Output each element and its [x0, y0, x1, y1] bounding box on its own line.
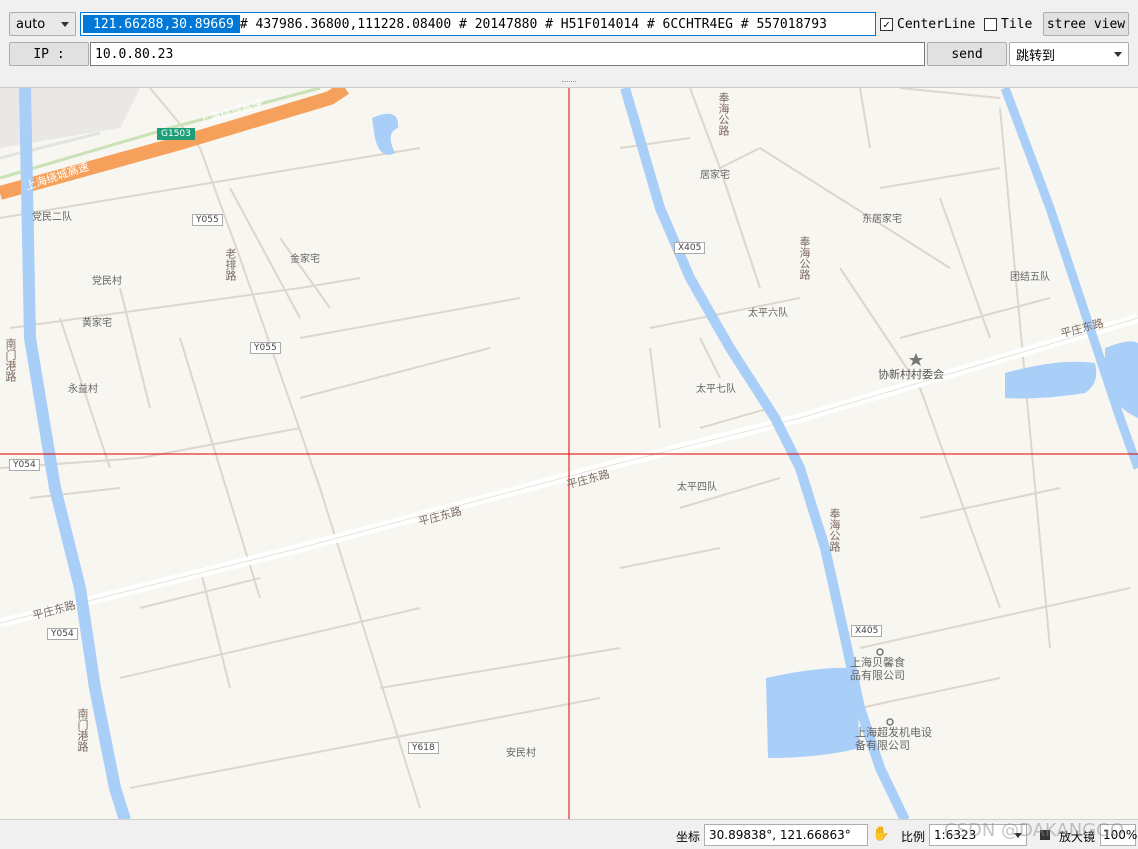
place-label-jinjiazhai: 金家宅 — [290, 254, 320, 265]
road-shield-y054-2: Y054 — [47, 628, 78, 640]
road-shield-y054: Y054 — [9, 459, 40, 471]
road-shield-x405-2: X405 — [851, 625, 883, 637]
send-button[interactable]: send — [927, 42, 1007, 66]
centerline-checkbox-box[interactable]: ✓ — [880, 17, 893, 31]
road-label-nanmen: 南门港路 — [4, 338, 17, 382]
ip-label-button[interactable]: IP : — [9, 42, 89, 66]
scale-label: 比例 — [901, 830, 926, 844]
coordinate-rest-text: # 437986.36800,111228.08400 # 20147880 #… — [239, 16, 827, 32]
road-label-fenghai-3: 奉海公路 — [828, 508, 841, 552]
coordinate-input[interactable]: 121.66288,30.89669 # 437986.36800,111228… — [80, 12, 876, 36]
pan-hand-icon[interactable]: ✋ — [872, 826, 889, 842]
place-label-tuanjie5: 团结五队 — [1010, 272, 1050, 283]
road-shield-x405: X405 — [674, 242, 706, 254]
status-bar: 坐标 30.89838°, 121.66863° ✋ 比例 1:6323 放大镜… — [0, 819, 1138, 849]
chevron-down-icon — [1114, 51, 1122, 57]
poi-pin-icon — [876, 648, 884, 656]
ip-input[interactable]: 10.0.80.23 — [90, 42, 925, 66]
minor-roads — [0, 88, 1131, 809]
map-canvas — [0, 88, 1138, 819]
pond-east — [1005, 361, 1097, 399]
tile-checkbox[interactable]: Tile — [984, 12, 1032, 36]
place-label-huangjiazhai: 黄家宅 — [82, 318, 112, 329]
place-label-taiping6: 太平六队 — [748, 308, 788, 319]
splitter-grip[interactable] — [562, 81, 576, 84]
coordinate-selected-text: 121.66288,30.89669 — [83, 15, 240, 33]
poi-label-beiming: 上海贝馨食品有限公司 — [850, 656, 905, 682]
road-shield-y055-2: Y055 — [250, 342, 281, 354]
star-icon — [909, 353, 923, 366]
poi-label-chaofa: 上海超发机电设备有限公司 — [855, 726, 932, 752]
jump-to-select-value: 跳转到 — [1016, 48, 1056, 64]
pond-south — [766, 667, 860, 758]
mode-select-value: auto — [16, 16, 46, 32]
centerline-checkbox[interactable]: ✓ CenterLine — [880, 12, 975, 36]
place-label-yongyicun: 永益村 — [68, 384, 98, 395]
tile-checkbox-box[interactable] — [984, 17, 997, 31]
place-label-dongjujiazhai: 东居家宅 — [862, 214, 902, 225]
place-label-jujiazhai: 居家宅 — [700, 170, 730, 181]
place-label-dangmincun: 党民村 — [92, 276, 122, 287]
chevron-down-icon — [61, 21, 69, 27]
poi-pin-icon — [886, 718, 894, 726]
road-label-laopai: 老排路 — [224, 248, 237, 281]
watermark-text: CSDN @DAKANGGO — [944, 820, 1125, 841]
pond-east-edge — [1105, 341, 1138, 418]
place-label-anmincun: 安民村 — [506, 748, 536, 759]
coordinate-label: 坐标 — [676, 830, 701, 844]
street-view-button[interactable]: stree view — [1043, 12, 1129, 36]
place-label-dangmin2: 党民二队 — [32, 212, 72, 223]
pond-north — [372, 113, 399, 155]
mode-select[interactable]: auto — [9, 12, 76, 36]
place-label-taiping7: 太平七队 — [696, 384, 736, 395]
tile-label: Tile — [1001, 16, 1033, 32]
place-label-xiexin: 协新村村委会 — [878, 368, 944, 381]
road-label-fenghai-2: 奉海公路 — [798, 236, 811, 280]
road-label-fenghai-1: 奉海公路 — [717, 92, 730, 136]
toolbar: auto 121.66288,30.89669 # 437986.36800,1… — [0, 0, 1138, 87]
road-shield-y618: Y618 — [408, 742, 439, 754]
road-shield-y055: Y055 — [192, 214, 223, 226]
place-label-taiping4: 太平四队 — [677, 482, 717, 493]
centerline-label: CenterLine — [897, 16, 976, 32]
road-label-nanmen-2: 南门港路 — [76, 708, 89, 752]
coordinate-readout[interactable]: 30.89838°, 121.66863° — [704, 824, 868, 846]
g1503-shield: G1503 — [157, 128, 195, 140]
map-view[interactable]: 上海绕城高速 上海绕城高速 G1503 党民二队 Y055 老排路 金家宅 党民… — [0, 87, 1138, 819]
jump-to-select[interactable]: 跳转到 — [1009, 42, 1129, 66]
